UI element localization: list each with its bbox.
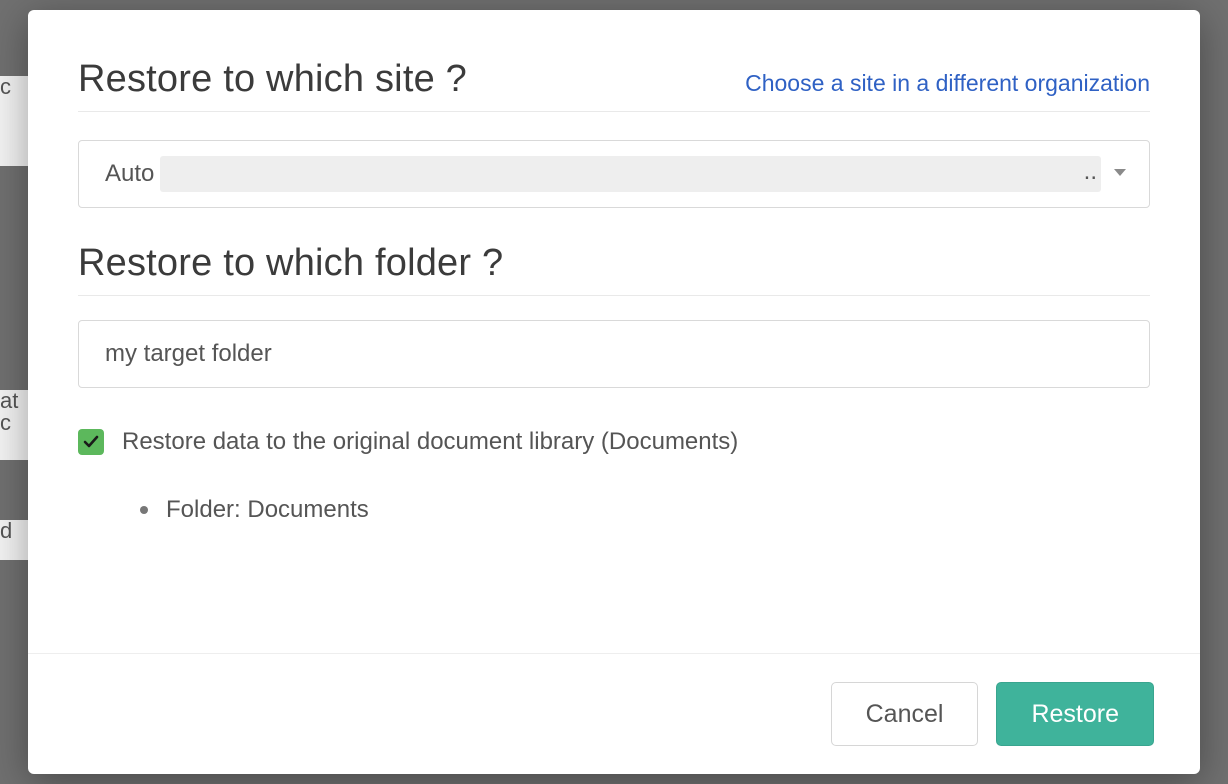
cancel-button[interactable]: Cancel — [831, 682, 979, 746]
restore-button[interactable]: Restore — [996, 682, 1154, 746]
site-select-value: Auto — [105, 160, 154, 188]
background-fragment: at c — [0, 390, 28, 460]
folder-heading-row: Restore to which folder ? — [78, 242, 1150, 296]
background-fragment: c — [0, 76, 28, 166]
site-select-redacted — [160, 156, 1101, 192]
folder-bullet-label: Folder: Documents — [166, 496, 369, 524]
dialog-footer: Cancel Restore — [28, 653, 1200, 774]
dialog-body: Restore to which site ? Choose a site in… — [28, 10, 1200, 653]
choose-org-link[interactable]: Choose a site in a different organizatio… — [745, 70, 1150, 97]
restore-original-option[interactable]: Restore data to the original document li… — [78, 428, 1150, 456]
target-folder-input[interactable] — [78, 320, 1150, 388]
restore-dialog: Restore to which site ? Choose a site in… — [28, 10, 1200, 774]
chevron-down-icon — [1113, 165, 1127, 183]
folder-bullet-row: Folder: Documents — [140, 496, 1150, 524]
restore-folder-title: Restore to which folder ? — [78, 242, 503, 285]
background-fragment: d — [0, 520, 28, 560]
bullet-icon — [140, 506, 148, 514]
restore-site-title: Restore to which site ? — [78, 58, 467, 101]
restore-original-label: Restore data to the original document li… — [122, 428, 738, 456]
site-heading-row: Restore to which site ? Choose a site in… — [78, 58, 1150, 112]
checkbox-checked-icon[interactable] — [78, 429, 104, 455]
site-select[interactable]: Auto — [78, 140, 1150, 208]
